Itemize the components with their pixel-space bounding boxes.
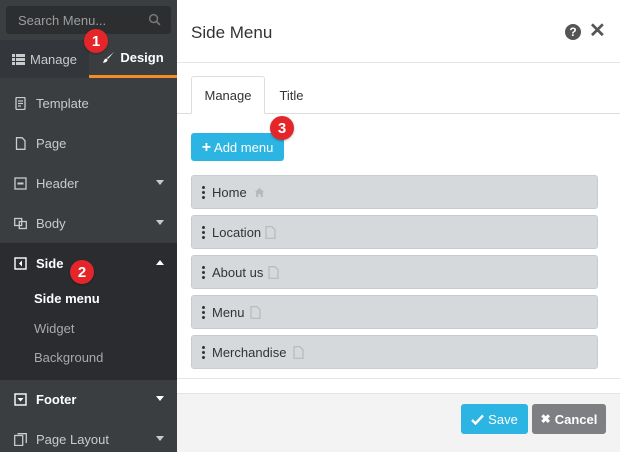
page-icon xyxy=(15,136,26,150)
dialog-footer: Save ✖ Cancel xyxy=(177,393,620,452)
sidebar-item-label: Body xyxy=(36,215,66,231)
tab-manage-dialog[interactable]: Manage xyxy=(191,76,265,114)
search-icon[interactable] xyxy=(148,13,161,26)
check-icon xyxy=(471,414,485,425)
chevron-down-icon xyxy=(156,220,164,225)
sidebar-item-label: Template xyxy=(36,95,89,111)
divider xyxy=(177,378,620,379)
template-file-icon xyxy=(15,96,26,110)
chevron-down-icon xyxy=(156,396,164,401)
body-layout-icon xyxy=(14,217,27,229)
page-icon xyxy=(293,346,304,359)
close-icon: ✖ xyxy=(540,412,551,426)
list-item[interactable]: About us xyxy=(191,255,598,289)
cancel-button[interactable]: ✖ Cancel xyxy=(532,404,606,434)
sidebar-item-page[interactable]: Page xyxy=(0,123,177,163)
chevron-down-icon xyxy=(156,180,164,185)
page-layout-icon xyxy=(14,432,27,446)
side-menu-dialog: Side Menu ? ✕ Manage Title + Add menu Ho… xyxy=(177,0,620,452)
drag-handle-icon[interactable] xyxy=(202,346,206,359)
list-item[interactable]: Home xyxy=(191,175,598,209)
help-icon[interactable]: ? xyxy=(565,24,581,40)
page-icon xyxy=(268,266,279,279)
side-panel-icon xyxy=(14,256,27,270)
page-icon xyxy=(250,306,261,319)
list-item-label: Menu xyxy=(212,305,245,320)
sidebar-item-page-layout[interactable]: Page Layout xyxy=(0,419,177,452)
add-menu-label: Add menu xyxy=(214,139,274,155)
list-item-label: Location xyxy=(212,225,262,240)
list-item-label: Merchandise xyxy=(212,345,287,360)
list-item-label: About us xyxy=(212,265,264,280)
sidebar-item-label: Page xyxy=(36,135,67,151)
step-badge: 2 xyxy=(70,260,94,284)
submenu-item-background[interactable]: Background xyxy=(34,350,103,365)
sidebar-item-header[interactable]: Header xyxy=(0,163,177,203)
sidebar-item-template[interactable]: Template xyxy=(0,83,177,123)
list-item[interactable]: Merchandise xyxy=(191,335,598,369)
sidebar-item-label: Side xyxy=(36,255,64,271)
step-badge: 3 xyxy=(270,116,294,140)
drag-handle-icon[interactable] xyxy=(202,266,206,279)
submenu-item-side-menu[interactable]: Side menu xyxy=(34,291,100,306)
sidebar-item-label: Footer xyxy=(36,391,77,407)
list-icon xyxy=(12,53,25,65)
sidebar-item-footer[interactable]: Footer xyxy=(0,379,177,419)
dialog-title: Side Menu xyxy=(191,23,273,42)
drag-handle-icon[interactable] xyxy=(202,186,206,199)
brush-icon xyxy=(103,52,115,63)
save-label: Save xyxy=(488,411,518,427)
plus-icon: + xyxy=(201,138,212,156)
footer-icon xyxy=(14,392,27,406)
sidebar-item-label: Page Layout xyxy=(36,431,110,447)
divider xyxy=(177,62,620,63)
tab-manage[interactable]: Manage xyxy=(0,40,89,78)
drag-handle-icon[interactable] xyxy=(202,226,206,239)
submenu-item-widget[interactable]: Widget xyxy=(34,321,74,336)
search-input-placeholder[interactable]: Search Menu... xyxy=(18,13,106,28)
tab-manage-label: Manage xyxy=(30,51,77,67)
home-icon xyxy=(254,187,265,198)
tab-design-label: Design xyxy=(120,50,164,65)
drag-handle-icon[interactable] xyxy=(202,306,206,319)
cancel-label: Cancel xyxy=(554,411,598,427)
step-badge: 1 xyxy=(84,29,108,53)
sidebar-item-label: Header xyxy=(36,175,79,191)
search-box[interactable]: Search Menu... xyxy=(6,6,171,34)
list-item[interactable]: Location xyxy=(191,215,598,249)
sidebar-item-body[interactable]: Body xyxy=(0,203,177,243)
save-button[interactable]: Save xyxy=(461,404,528,434)
add-menu-button[interactable]: + Add menu xyxy=(191,133,284,161)
page-icon xyxy=(265,226,276,239)
side-submenu: Side menu Widget Background xyxy=(0,282,177,380)
chevron-down-icon xyxy=(156,436,164,441)
close-icon[interactable]: ✕ xyxy=(589,21,606,41)
tab-title[interactable]: Title xyxy=(269,76,314,114)
list-item[interactable]: Menu xyxy=(191,295,598,329)
header-icon xyxy=(14,176,27,190)
list-item-label: Home xyxy=(212,185,247,200)
sidebar: Search Menu... Manage Design Template Pa… xyxy=(0,0,177,452)
chevron-up-icon xyxy=(156,260,164,265)
